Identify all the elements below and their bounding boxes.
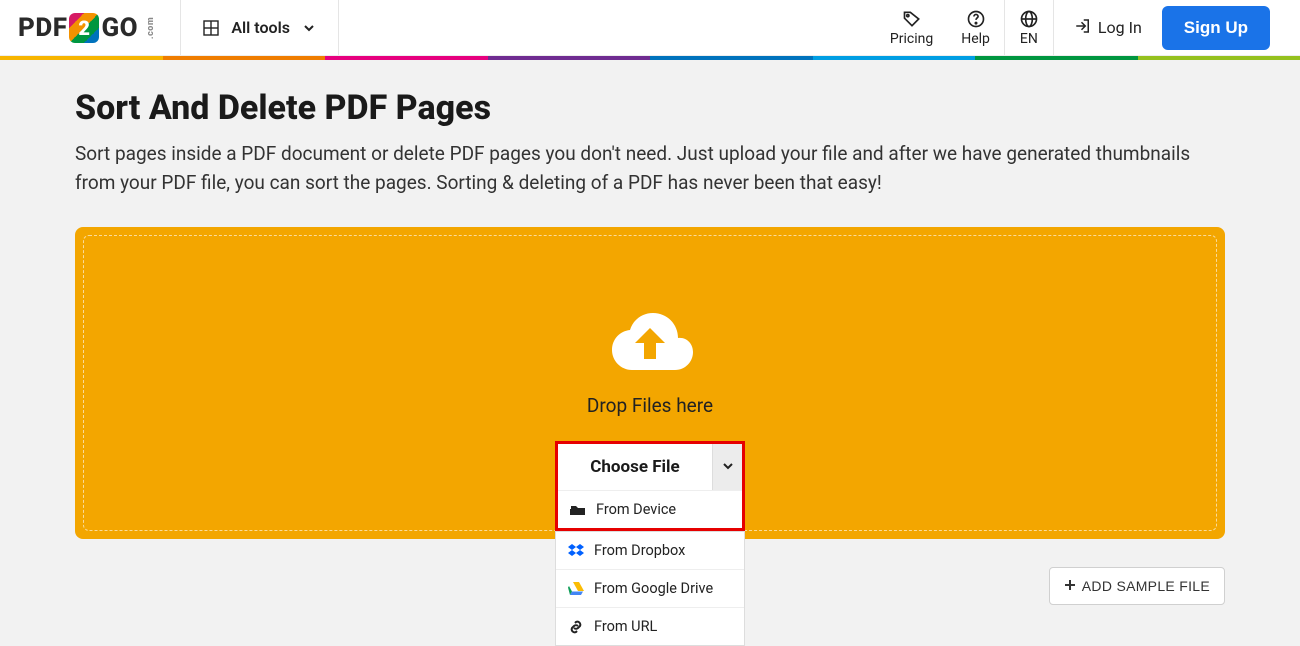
page-subtitle: Sort pages inside a PDF document or dele… xyxy=(75,140,1195,197)
logo-text-go: GO xyxy=(101,13,138,43)
page-title: Sort And Delete PDF Pages xyxy=(75,88,1225,128)
header-bar: PDF 2 GO .com All tools Pricing Help xyxy=(0,0,1300,56)
choose-file-button[interactable]: Choose File xyxy=(558,444,712,490)
nav-pricing-label: Pricing xyxy=(890,31,933,47)
globe-icon xyxy=(1019,9,1039,29)
logo[interactable]: PDF 2 GO .com xyxy=(0,0,180,55)
help-icon xyxy=(966,9,986,29)
add-sample-label: ADD SAMPLE FILE xyxy=(1082,578,1210,594)
grid-icon xyxy=(203,20,219,36)
highlight-box: Choose File From Device xyxy=(555,441,745,531)
nav-help-label: Help xyxy=(961,31,990,47)
login-button[interactable]: Log In xyxy=(1054,0,1162,55)
all-tools-menu[interactable]: All tools xyxy=(181,0,338,55)
from-dropbox-option[interactable]: From Dropbox xyxy=(556,531,744,569)
add-sample-file-button[interactable]: ADD SAMPLE FILE xyxy=(1049,567,1225,605)
price-tag-icon xyxy=(902,9,922,29)
logo-text-pdf: PDF xyxy=(18,13,67,43)
from-google-drive-label: From Google Drive xyxy=(594,580,713,597)
dropzone[interactable]: Drop Files here Choose File From xyxy=(75,227,1225,539)
cloud-upload-icon xyxy=(600,300,700,384)
nav-language-label: EN xyxy=(1020,31,1038,47)
all-tools-label: All tools xyxy=(231,18,290,37)
choose-file-group: Choose File From Device xyxy=(555,441,745,646)
signup-button[interactable]: Sign Up xyxy=(1162,6,1270,50)
rainbow-stripe xyxy=(0,56,1300,60)
logo-text-com: .com xyxy=(146,16,156,38)
logo-text-2: 2 xyxy=(69,13,99,43)
from-device-label: From Device xyxy=(596,501,676,518)
google-drive-icon xyxy=(568,582,584,596)
link-icon xyxy=(568,620,584,634)
chevron-down-icon xyxy=(302,21,316,35)
from-url-label: From URL xyxy=(594,618,657,635)
nav-pricing[interactable]: Pricing xyxy=(876,0,947,55)
login-icon xyxy=(1074,17,1092,39)
from-dropbox-label: From Dropbox xyxy=(594,542,685,559)
login-label: Log In xyxy=(1098,18,1142,37)
from-device-option[interactable]: From Device xyxy=(558,490,742,528)
plus-icon xyxy=(1064,578,1076,594)
nav-language[interactable]: EN xyxy=(1005,0,1053,55)
dropbox-icon xyxy=(568,544,584,558)
nav-help[interactable]: Help xyxy=(947,0,1004,55)
from-google-drive-option[interactable]: From Google Drive xyxy=(556,569,744,607)
from-url-option[interactable]: From URL xyxy=(556,607,744,645)
drop-text: Drop Files here xyxy=(587,394,713,417)
chevron-down-icon xyxy=(721,458,735,477)
folder-icon xyxy=(570,503,586,517)
choose-file-dropdown-toggle[interactable] xyxy=(712,444,742,490)
